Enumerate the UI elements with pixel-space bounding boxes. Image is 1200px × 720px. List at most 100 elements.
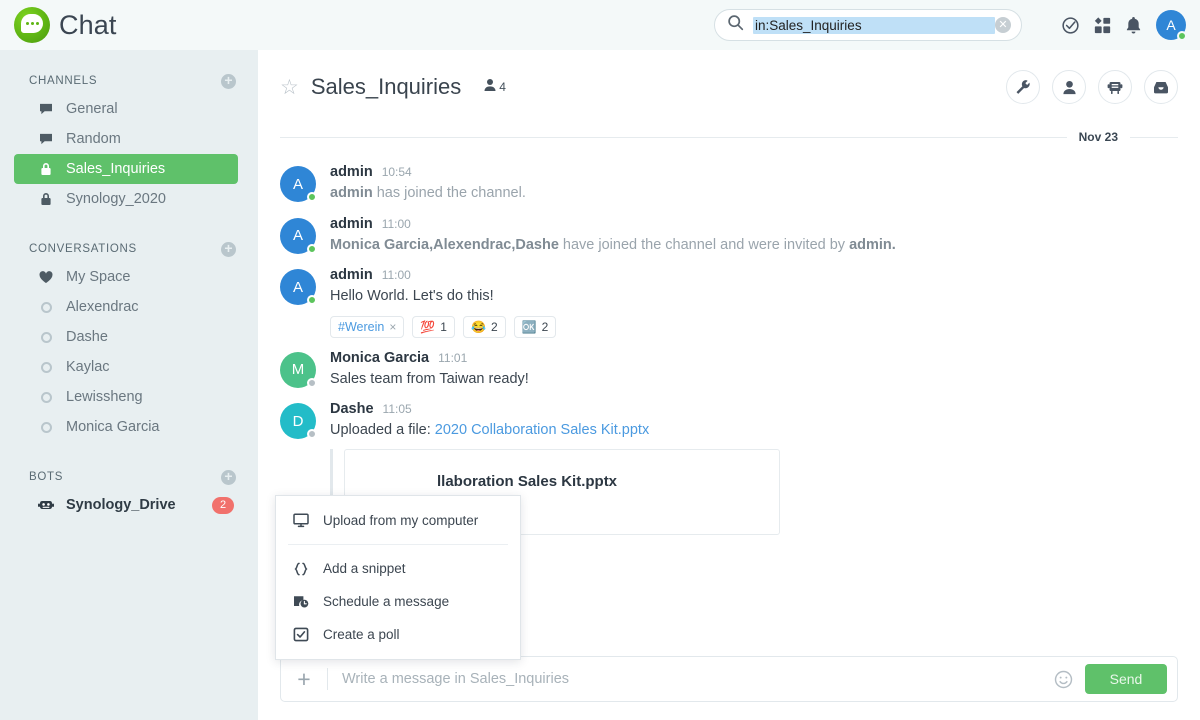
- sidebar-item-label: Kaylac: [66, 359, 110, 375]
- reaction-chip[interactable]: 💯 1: [412, 315, 455, 338]
- sidebar-item-my-space[interactable]: My Space: [14, 262, 238, 292]
- reaction-chip[interactable]: 🆗 2: [513, 315, 557, 338]
- remove-hashtag-icon[interactable]: ×: [389, 320, 396, 334]
- menu-item-add-snippet[interactable]: Add a snippet: [276, 552, 520, 585]
- app-title: Chat: [59, 9, 117, 40]
- menu-item-upload-from-computer[interactable]: Upload from my computer: [276, 504, 520, 537]
- sidebar-section-conversations-header: CONVERSATIONS +: [0, 236, 258, 262]
- sidebar-item-lewissheng[interactable]: Lewissheng: [14, 382, 238, 412]
- star-outline-icon[interactable]: ☆: [280, 77, 299, 98]
- date-divider: Nov 23: [280, 124, 1178, 150]
- member-count-value: 4: [499, 80, 506, 94]
- message-author[interactable]: Dashe: [330, 401, 374, 417]
- message-composer[interactable]: + Write a message in Sales_Inquiries Sen…: [280, 656, 1178, 702]
- poll-checkbox-icon: [292, 627, 309, 642]
- reaction-emoji-icon: 😂: [470, 319, 486, 334]
- sidebar-item-label: Sales_Inquiries: [66, 161, 166, 177]
- reaction-bar: #Werein × 💯 1 😂 2 🆗 2: [330, 315, 1178, 338]
- avatar[interactable]: A: [280, 166, 317, 202]
- system-message-subject: Monica Garcia,Alexendrac,Dashe: [330, 236, 559, 253]
- sidebar-item-label: Dashe: [66, 329, 108, 345]
- sidebar-item-synology-drive[interactable]: Synology_Drive 2: [14, 490, 238, 520]
- add-channel-icon[interactable]: +: [221, 73, 236, 89]
- menu-item-create-poll[interactable]: Create a poll: [276, 618, 520, 651]
- status-ring-icon: [38, 361, 54, 373]
- avatar[interactable]: M: [280, 351, 317, 388]
- message-text: Monica Garcia,Alexendrac,Dashe have join…: [330, 236, 1178, 256]
- top-bar: Chat in:Sales_Inquiries ✕ A: [0, 0, 1200, 50]
- search-input[interactable]: in:Sales_Inquiries: [753, 16, 995, 34]
- notifications-bell-icon[interactable]: [1125, 16, 1142, 35]
- user-avatar[interactable]: A: [1156, 10, 1187, 41]
- avatar[interactable]: A: [280, 217, 317, 254]
- reaction-chip[interactable]: 😂 2: [462, 315, 506, 338]
- sidebar-item-alexendrac[interactable]: Alexendrac: [14, 292, 238, 322]
- bot-manage-icon[interactable]: [1098, 70, 1132, 104]
- members-person-icon[interactable]: [1052, 70, 1086, 104]
- message-author[interactable]: admin: [330, 216, 373, 232]
- avatar-initial: A: [292, 227, 303, 245]
- avatar[interactable]: D: [280, 403, 317, 440]
- tasks-check-icon[interactable]: [1061, 16, 1080, 35]
- app-brand[interactable]: Chat: [0, 7, 258, 43]
- channel-header: ☆ Sales_Inquiries 4: [258, 50, 1200, 124]
- sidebar-section-channels-header: CHANNELS +: [0, 68, 258, 94]
- status-ring-icon: [38, 391, 54, 403]
- message-time: 10:54: [381, 165, 412, 179]
- sidebar-item-label: Random: [66, 131, 121, 147]
- menu-divider: [288, 544, 508, 545]
- menu-item-label: Schedule a message: [323, 594, 450, 609]
- search-bar[interactable]: in:Sales_Inquiries ✕: [714, 9, 1022, 41]
- menu-item-schedule-message[interactable]: Schedule a message: [276, 585, 520, 618]
- settings-wrench-icon[interactable]: [1006, 70, 1040, 104]
- menu-item-label: Create a poll: [323, 627, 400, 642]
- clear-search-icon[interactable]: ✕: [995, 17, 1011, 33]
- message-item: M Monica Garcia 11:01 Sales team from Ta…: [280, 344, 1178, 396]
- send-button[interactable]: Send: [1085, 664, 1167, 694]
- archive-inbox-icon[interactable]: [1144, 70, 1178, 104]
- system-message-actor: admin.: [849, 236, 896, 253]
- message-author[interactable]: admin: [330, 267, 373, 283]
- sidebar-item-kaylac[interactable]: Kaylac: [14, 352, 238, 382]
- add-attachment-icon[interactable]: +: [281, 666, 327, 693]
- channel-icon: [38, 133, 54, 145]
- code-braces-icon: [292, 562, 309, 576]
- lock-icon: [38, 192, 54, 206]
- member-count[interactable]: 4: [483, 78, 506, 97]
- message-list: Nov 23 A admin 10:54 admin has joined th…: [258, 124, 1200, 541]
- online-status-dot: [1177, 31, 1187, 41]
- sidebar-item-monica-garcia[interactable]: Monica Garcia: [14, 412, 238, 442]
- sidebar-item-label: Lewissheng: [66, 389, 143, 405]
- date-divider-label: Nov 23: [1078, 130, 1118, 144]
- message-author[interactable]: admin: [330, 164, 373, 180]
- emoji-smiley-icon[interactable]: [1054, 670, 1073, 689]
- search-icon: [727, 14, 744, 36]
- avatar[interactable]: A: [280, 269, 317, 306]
- system-message-body: has joined the channel.: [372, 185, 526, 201]
- add-bot-icon[interactable]: +: [221, 469, 236, 485]
- channel-icon: [38, 103, 54, 115]
- sidebar-item-dashe[interactable]: Dashe: [14, 322, 238, 352]
- message-time: 11:00: [381, 216, 411, 231]
- section-title: CONVERSATIONS: [29, 243, 137, 255]
- schedule-clock-icon: [292, 594, 309, 609]
- avatar-initial: A: [292, 175, 303, 193]
- hashtag-chip[interactable]: #Werein ×: [330, 315, 405, 338]
- online-status-dot: [307, 243, 317, 254]
- sidebar-item-synology-2020[interactable]: Synology_2020: [14, 184, 238, 214]
- apps-grid-icon[interactable]: [1094, 16, 1111, 34]
- message-time: 11:01: [438, 350, 468, 365]
- sidebar-item-general[interactable]: General: [14, 94, 238, 124]
- sidebar-item-random[interactable]: Random: [14, 124, 238, 154]
- message-input[interactable]: Write a message in Sales_Inquiries: [328, 671, 1054, 687]
- add-conversation-icon[interactable]: +: [221, 241, 236, 257]
- sidebar-item-sales-inquiries[interactable]: Sales_Inquiries: [14, 154, 238, 184]
- system-message-subject: admin: [330, 185, 373, 201]
- online-status-dot: [307, 192, 317, 202]
- lock-icon: [38, 162, 54, 176]
- message-item: A admin 11:00 Monica Garcia,Alexendrac,D…: [280, 210, 1178, 262]
- message-time: 11:00: [381, 268, 411, 283]
- file-link[interactable]: 2020 Collaboration Sales Kit.pptx: [435, 422, 649, 438]
- status-ring-icon: [38, 301, 54, 313]
- message-author[interactable]: Monica Garcia: [330, 350, 429, 366]
